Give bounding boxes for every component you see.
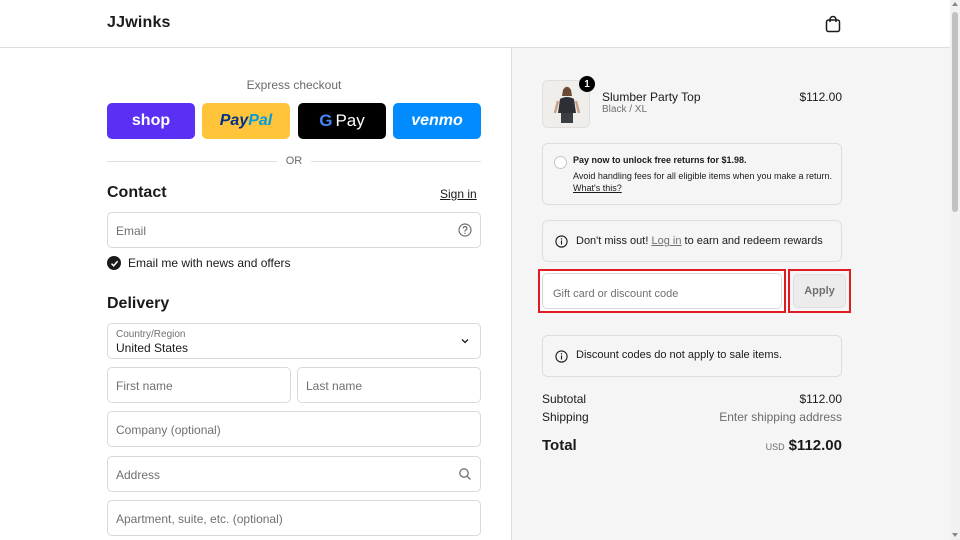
rewards-text-after: to earn and redeem rewards xyxy=(684,235,823,247)
total-currency: USD xyxy=(765,442,785,452)
help-icon[interactable] xyxy=(458,223,472,237)
free-returns-radio[interactable] xyxy=(554,156,567,169)
venmo-button[interactable]: venmo xyxy=(393,103,481,139)
country-label: Country/Region xyxy=(116,329,186,340)
whats-this-link[interactable]: What's this? xyxy=(573,183,622,193)
search-icon[interactable] xyxy=(458,467,472,481)
free-returns-option[interactable]: Pay now to unlock free returns for $1.98… xyxy=(542,143,842,205)
country-value: United States xyxy=(116,341,189,355)
scroll-up-arrow-icon[interactable] xyxy=(952,2,958,6)
sign-in-link[interactable]: Sign in xyxy=(440,187,477,201)
last-name-placeholder: Last name xyxy=(306,379,363,393)
company-placeholder: Company (optional) xyxy=(116,423,221,437)
delivery-heading: Delivery xyxy=(107,295,170,312)
company-field[interactable]: Company (optional) xyxy=(107,411,481,447)
subtotal-row: Subtotal $112.00 xyxy=(542,392,842,406)
subtotal-label: Subtotal xyxy=(542,392,587,406)
rewards-banner: Don't miss out! Log in to earn and redee… xyxy=(542,220,842,262)
discount-code-input[interactable]: Gift card or discount code xyxy=(542,273,782,309)
apartment-field[interactable]: Apartment, suite, etc. (optional) xyxy=(107,500,481,536)
rewards-text-before: Don't miss out! xyxy=(576,235,649,247)
total-label: Total xyxy=(542,437,577,454)
header: JJwinks xyxy=(0,0,950,48)
checkmark-icon xyxy=(110,260,118,267)
or-label: OR xyxy=(285,155,303,167)
or-divider: OR xyxy=(107,154,481,168)
shipping-row: Shipping Enter shipping address xyxy=(542,410,842,424)
discount-note: Discount codes do not apply to sale item… xyxy=(542,335,842,377)
free-returns-description: Avoid handling fees for all eligible ite… xyxy=(573,171,832,181)
contact-heading: Contact xyxy=(107,184,167,201)
first-name-placeholder: First name xyxy=(116,379,173,393)
venmo-label: venmo xyxy=(411,112,463,129)
address-placeholder: Address xyxy=(116,468,161,482)
address-field[interactable]: Address xyxy=(107,456,481,492)
shop-pay-label: shop xyxy=(131,112,171,129)
email-placeholder: Email xyxy=(116,224,147,238)
rewards-login-link[interactable]: Log in xyxy=(651,235,681,247)
store-logo[interactable]: JJwinks xyxy=(107,14,171,32)
free-returns-body: Avoid handling fees for all eligible ite… xyxy=(573,170,833,194)
shipping-label: Shipping xyxy=(542,410,589,424)
rewards-text: Don't miss out! Log in to earn and redee… xyxy=(576,235,823,247)
first-name-field[interactable]: First name xyxy=(107,367,291,403)
paypal-button[interactable]: Pay Pal xyxy=(202,103,290,139)
apply-button[interactable]: Apply xyxy=(793,274,846,308)
newsletter-label: Email me with news and offers xyxy=(128,256,291,270)
newsletter-checkbox-row[interactable]: Email me with news and offers xyxy=(107,255,291,271)
paypal-label-pay: Pay xyxy=(219,112,249,129)
discount-note-text: Discount codes do not apply to sale item… xyxy=(576,349,783,361)
last-name-field[interactable]: Last name xyxy=(297,367,481,403)
total-amount: USD $112.00 xyxy=(766,437,842,454)
shipping-value: Enter shipping address xyxy=(719,410,842,424)
product-variant: Black / XL xyxy=(602,104,648,115)
country-select[interactable]: Country/Region United States xyxy=(107,323,481,359)
google-pay-label: Pay xyxy=(335,111,365,130)
express-checkout-label: Express checkout xyxy=(246,78,342,92)
shopping-bag-icon[interactable] xyxy=(824,15,842,33)
total-value: $112.00 xyxy=(788,437,842,454)
page-scrollbar[interactable] xyxy=(950,0,960,540)
info-icon xyxy=(555,235,568,248)
paypal-label-pal: Pal xyxy=(248,112,273,129)
email-field[interactable]: Email xyxy=(107,212,481,248)
google-pay-button[interactable]: G Pay xyxy=(298,103,386,139)
free-returns-title: Pay now to unlock free returns for $1.98… xyxy=(573,155,747,165)
product-name: Slumber Party Top xyxy=(602,90,701,104)
total-row: Total USD $112.00 xyxy=(542,437,842,454)
scrollbar-thumb[interactable] xyxy=(952,12,958,212)
apartment-placeholder: Apartment, suite, etc. (optional) xyxy=(116,512,283,526)
chevron-down-icon xyxy=(461,339,469,344)
discount-code-field-highlight: Gift card or discount code xyxy=(538,269,786,313)
shop-pay-button[interactable]: shop xyxy=(107,103,195,139)
subtotal-value: $112.00 xyxy=(799,392,843,406)
google-g-icon: G xyxy=(319,111,333,130)
quantity-badge: 1 xyxy=(579,76,595,92)
discount-code-placeholder: Gift card or discount code xyxy=(553,288,679,300)
newsletter-checkbox[interactable] xyxy=(107,256,121,270)
info-icon xyxy=(555,350,568,363)
scroll-down-arrow-icon[interactable] xyxy=(952,533,958,537)
apply-button-highlight: Apply xyxy=(788,269,851,313)
product-price: $112.00 xyxy=(799,90,843,104)
